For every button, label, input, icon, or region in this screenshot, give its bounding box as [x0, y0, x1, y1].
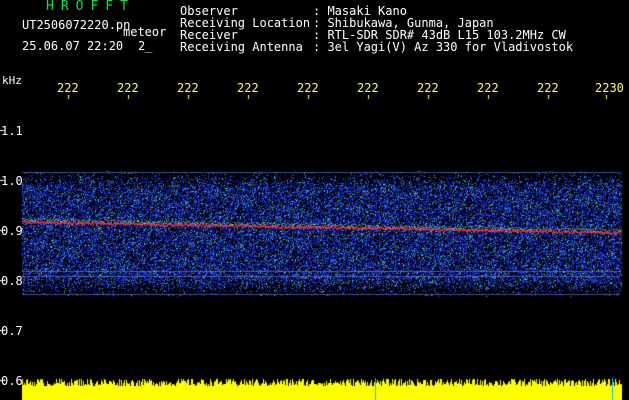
y-tick-label: 0.6 [1, 374, 23, 388]
time-tick-label: 222 [357, 81, 379, 95]
spectrogram-header: HROFFT UT2506072220.pn meteor 25.06.07 2… [0, 0, 629, 70]
time-tick-label: 222 [417, 81, 439, 95]
capture-index: 2_ [138, 39, 153, 53]
time-tick-label: 222 [537, 81, 559, 95]
file-name: UT2506072220.pn [22, 18, 131, 32]
capture-datetime: 25.06.07 22:20 [22, 39, 124, 53]
antenna-label: Receiving Antenna [180, 40, 303, 54]
y-tick-label: 0.9 [1, 224, 23, 238]
time-tick-label: 2230 [595, 81, 624, 95]
file-tag: meteor [123, 25, 167, 39]
time-tick-label: 222 [117, 81, 139, 95]
time-tick-label: 222 [237, 81, 259, 95]
antenna-value: : 3el Yagi(V) Az 330 for Vladivostok [313, 40, 574, 54]
time-tick-label: 222 [297, 81, 319, 95]
hrofft-logo: HROFFT [46, 0, 135, 14]
spectrogram-canvas [0, 95, 629, 400]
time-tick-label: 222 [477, 81, 499, 95]
y-tick-label: 1.0 [1, 174, 23, 188]
y-tick-label: 0.7 [1, 324, 23, 338]
time-tick-label: 222 [177, 81, 199, 95]
time-tick-label: 222 [57, 81, 79, 95]
y-tick-label: 1.1 [1, 124, 23, 138]
spectrogram-plot [0, 95, 629, 400]
y-axis-unit: kHz [2, 74, 22, 87]
y-tick-label: 0.8 [1, 274, 23, 288]
